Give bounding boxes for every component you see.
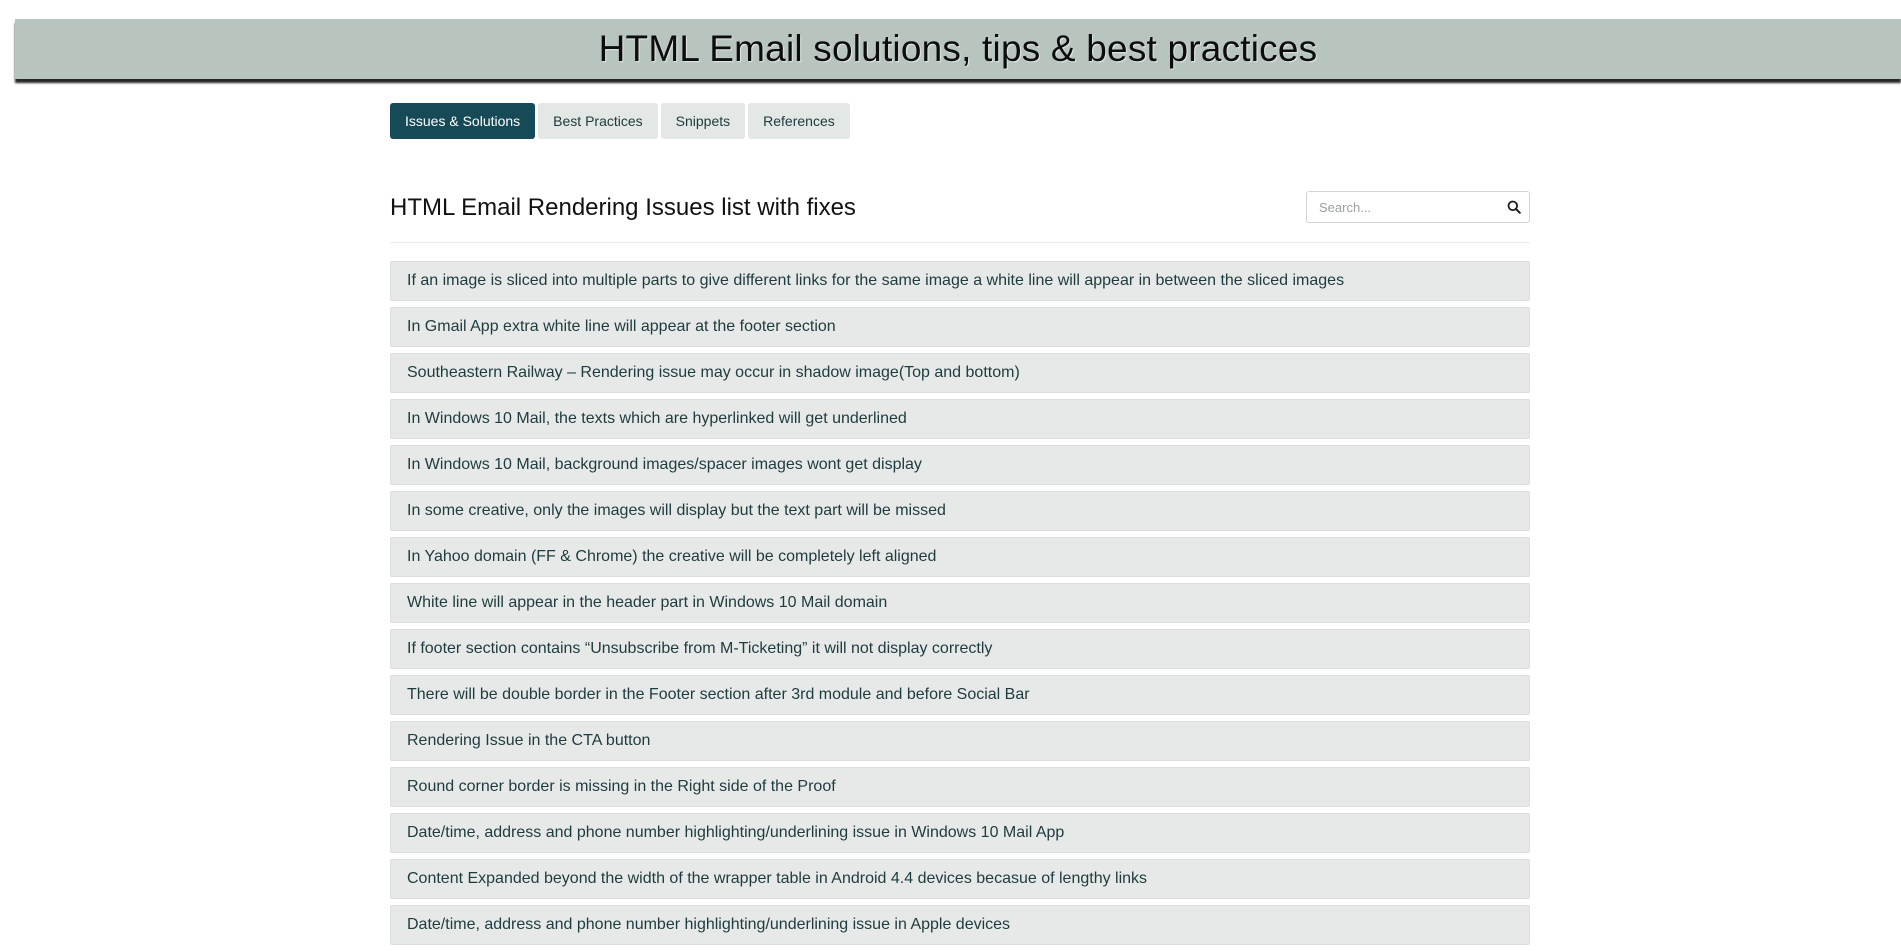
- issue-item[interactable]: In some creative, only the images will d…: [390, 491, 1530, 531]
- issue-item[interactable]: Content Expanded beyond the width of the…: [390, 859, 1530, 899]
- main-container: Issues & Solutions Best Practices Snippe…: [390, 103, 1530, 951]
- issue-item[interactable]: White line will appear in the header par…: [390, 583, 1530, 623]
- tab-references[interactable]: References: [748, 103, 850, 139]
- issues-list: If an image is sliced into multiple part…: [390, 261, 1530, 945]
- search-box: [1306, 191, 1530, 223]
- issue-item[interactable]: There will be double border in the Foote…: [390, 675, 1530, 715]
- site-header-banner: HTML Email solutions, tips & best practi…: [15, 19, 1901, 79]
- issue-item[interactable]: Date/time, address and phone number high…: [390, 905, 1530, 945]
- tab-best-practices[interactable]: Best Practices: [538, 103, 658, 139]
- tab-issues-solutions[interactable]: Issues & Solutions: [390, 103, 536, 139]
- issue-item[interactable]: If footer section contains “Unsubscribe …: [390, 629, 1530, 669]
- issue-item[interactable]: Date/time, address and phone number high…: [390, 813, 1530, 853]
- issue-item[interactable]: If an image is sliced into multiple part…: [390, 261, 1530, 301]
- site-title: HTML Email solutions, tips & best practi…: [598, 28, 1318, 69]
- issue-item[interactable]: In Gmail App extra white line will appea…: [390, 307, 1530, 347]
- issue-item[interactable]: Round corner border is missing in the Ri…: [390, 767, 1530, 807]
- issue-item[interactable]: In Windows 10 Mail, the texts which are …: [390, 399, 1530, 439]
- issue-item[interactable]: Southeastern Railway – Rendering issue m…: [390, 353, 1530, 393]
- issue-item[interactable]: In Windows 10 Mail, background images/sp…: [390, 445, 1530, 485]
- tab-bar: Issues & Solutions Best Practices Snippe…: [390, 103, 1530, 139]
- tab-snippets[interactable]: Snippets: [660, 103, 746, 139]
- search-input[interactable]: [1307, 192, 1521, 222]
- search-icon[interactable]: [1507, 200, 1521, 214]
- issue-item[interactable]: Rendering Issue in the CTA button: [390, 721, 1530, 761]
- section-header: HTML Email Rendering Issues list with fi…: [390, 191, 1530, 243]
- issue-item[interactable]: In Yahoo domain (FF & Chrome) the creati…: [390, 537, 1530, 577]
